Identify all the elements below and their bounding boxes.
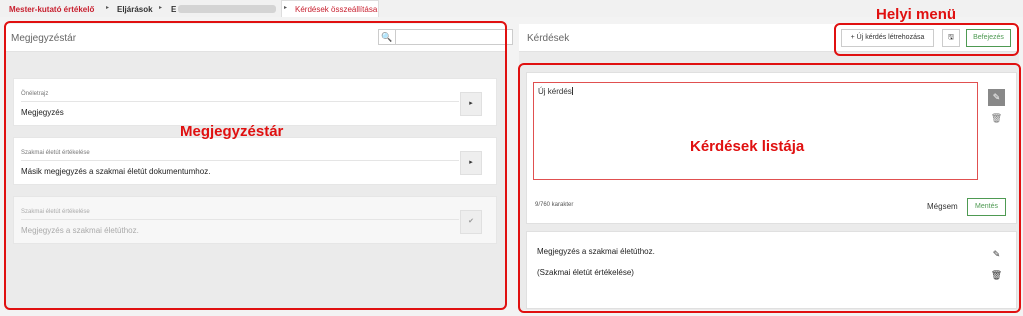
- redacted-text: [178, 5, 276, 13]
- annotation-label-questions: Kérdések listája: [690, 138, 805, 155]
- breadcrumb-item-eljarasok[interactable]: Eljárások: [117, 5, 153, 14]
- breadcrumb: Mester-kutató értékelő ▸ Eljárások ▸ E ▸…: [0, 0, 1023, 17]
- breadcrumb-item-procedure[interactable]: E: [171, 5, 176, 14]
- chevron-right-icon: ▸: [106, 5, 110, 11]
- panel-title: Kérdések: [527, 33, 570, 44]
- chevron-right-icon: ▸: [284, 5, 288, 11]
- annotation-box-library: [4, 21, 507, 310]
- annotation-label-menu: Helyi menü: [876, 6, 957, 23]
- chevron-right-icon: ▸: [159, 5, 163, 11]
- breadcrumb-item-home[interactable]: Mester-kutató értékelő: [9, 5, 94, 14]
- annotation-box-menu: [834, 23, 1019, 56]
- annotation-label-library: Megjegyzéstár: [180, 123, 284, 140]
- breadcrumb-item-current: Kérdések összeállítása: [295, 5, 378, 14]
- annotation-box-questions: [518, 63, 1021, 313]
